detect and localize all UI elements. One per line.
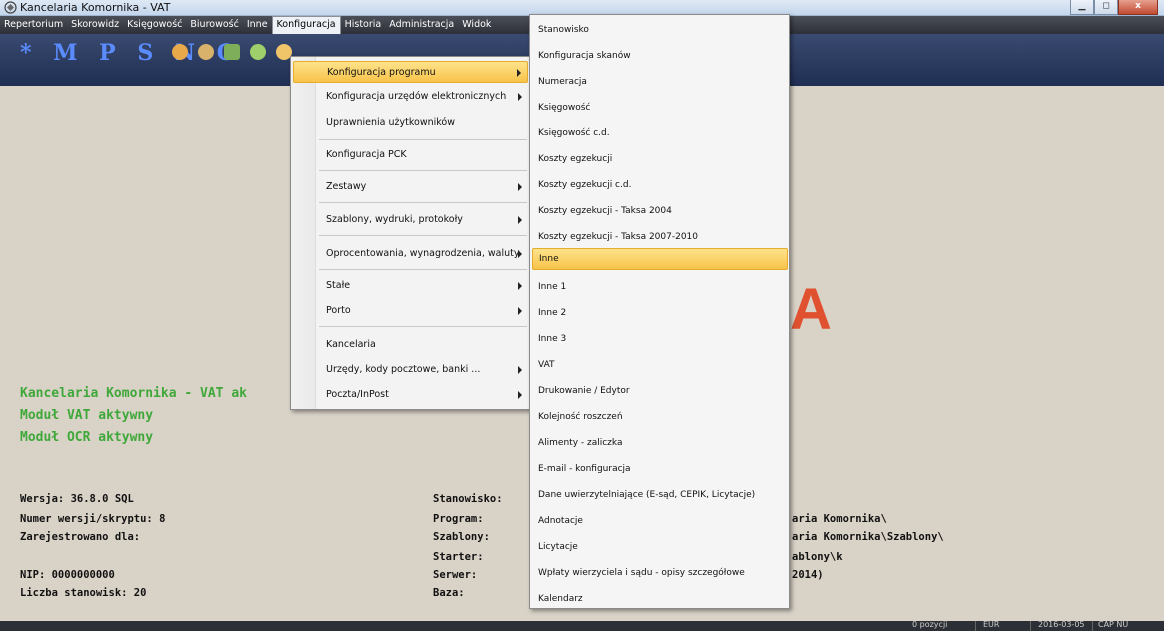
menu-widok[interactable]: Widok (458, 16, 495, 34)
submenu-item-inne-1[interactable]: Inne 1 (532, 277, 788, 299)
submenu-item-stanowisko[interactable]: Stanowisko (532, 20, 788, 42)
program-label: Program: (433, 513, 484, 525)
submenu-item-taksa-2007-2010[interactable]: Koszty egzekucji - Taksa 2007-2010 (532, 227, 788, 249)
submenu-item-koszty-egzekucji[interactable]: Koszty egzekucji (532, 149, 788, 171)
submenu-item-licytacje[interactable]: Licytacje (532, 537, 788, 559)
menu-item-szablony[interactable]: Szablony, wydruki, protokoły (293, 209, 528, 231)
submenu-item-konfiguracja-skanow[interactable]: Konfiguracja skanów (532, 46, 788, 68)
menu-biurowosc[interactable]: Biurowość (186, 16, 242, 34)
submenu-item-kolejnosc-roszczen[interactable]: Kolejność roszczeń (532, 407, 788, 429)
app-status-line: Kancelaria Komornika - VAT ak (20, 386, 247, 401)
vat-module-status: Moduł VAT aktywny (20, 408, 154, 423)
submenu-item-ksiegowosc-cd[interactable]: Księgowość c.d. (532, 123, 788, 145)
templates-path: aria Komornika\Szablony\ (792, 531, 944, 543)
workstations-count-info: Liczba stanowisk: 20 (20, 587, 147, 599)
menu-item-konfiguracja-programu[interactable]: Konfiguracja programu (293, 61, 528, 83)
submenu-item-adnotacje[interactable]: Adnotacje (532, 511, 788, 533)
submenu-item-drukowanie-edytor[interactable]: Drukowanie / Edytor (532, 381, 788, 403)
status-bar: 0 pozycji EUR 2016-03-05 CAP NU (0, 620, 1164, 631)
submenu-arrow-icon (518, 216, 522, 224)
menu-item-stale[interactable]: Stałe (293, 275, 528, 297)
status-date: 2016-03-05 (1038, 620, 1085, 629)
maximize-button[interactable]: ◻ (1094, 0, 1118, 15)
submenu-arrow-icon (518, 391, 522, 399)
keyboard-indicators: CAP NU (1098, 620, 1129, 629)
submenu-item-kalendarz[interactable]: Kalendarz (532, 589, 788, 611)
database-label: Baza: (433, 587, 465, 599)
menu-item-urzedy-elektroniczne[interactable]: Konfiguracja urzędów elektronicznych (293, 86, 528, 108)
menu-skorowidz[interactable]: Skorowidz (67, 16, 123, 34)
menu-konfiguracja[interactable]: Konfiguracja (271, 16, 341, 34)
menu-item-zestawy[interactable]: Zestawy (293, 176, 528, 198)
program-path: aria Komornika\ (792, 513, 887, 525)
menu-repertorium[interactable]: Repertorium (0, 16, 67, 34)
submenu-item-email-konfiguracja[interactable]: E-mail - konfiguracja (532, 459, 788, 481)
submenu-arrow-icon (518, 366, 522, 374)
submenu-item-inne[interactable]: Inne (532, 248, 788, 270)
menu-inne[interactable]: Inne (243, 16, 272, 34)
menu-item-uprawnienia[interactable]: Uprawnienia użytkowników (293, 112, 528, 134)
nip-info: NIP: 0000000000 (20, 569, 115, 581)
templates-label: Szablony: (433, 531, 490, 543)
submenu-arrow-icon (518, 250, 522, 258)
submenu-arrow-icon (517, 69, 521, 77)
registered-for-info: Zarejestrowano dla: (20, 531, 141, 543)
konfiguracja-menu: Konfiguracja programu Konfiguracja urzęd… (290, 56, 531, 410)
script-version-info: Numer wersji/skryptu: 8 (20, 513, 166, 525)
starter-path: ablony\k (792, 551, 843, 563)
server-value: 2014) (792, 569, 824, 581)
menu-ksiegowosc[interactable]: Księgowość (123, 16, 186, 34)
menu-item-urzedy-kody[interactable]: Urzędy, kody pocztowe, banki ... (293, 359, 528, 381)
submenu-item-wplaty-wierzyciela[interactable]: Wpłaty wierzyciela i sądu - opisy szczeg… (532, 563, 788, 585)
submenu-arrow-icon (518, 282, 522, 290)
menu-item-kancelaria[interactable]: Kancelaria (293, 334, 528, 356)
ocr-module-status: Moduł OCR aktywny (20, 430, 154, 445)
menu-item-porto[interactable]: Porto (293, 300, 528, 322)
submenu-item-koszty-egzekucji-cd[interactable]: Koszty egzekucji c.d. (532, 175, 788, 197)
server-label: Serwer: (433, 569, 478, 581)
records-count: 0 pozycji (912, 620, 948, 629)
submenu-item-vat[interactable]: VAT (532, 355, 788, 377)
app-logo-icon (4, 1, 17, 14)
currency-indicator: EUR (983, 620, 1000, 629)
submenu-arrow-icon (518, 93, 522, 101)
minimize-button[interactable]: ▁ (1070, 0, 1094, 15)
close-button[interactable]: x (1118, 0, 1158, 15)
submenu-item-inne-3[interactable]: Inne 3 (532, 329, 788, 351)
menu-item-oprocentowania[interactable]: Oprocentowania, wynagrodzenia, waluty (293, 243, 528, 265)
submenu-item-dane-uwierzytelniajace[interactable]: Dane uwierzytelniające (E-sąd, CEPIK, Li… (532, 485, 788, 507)
submenu-arrow-icon (518, 183, 522, 191)
workstation-label: Stanowisko: (433, 493, 503, 505)
menu-item-poczta-inpost[interactable]: Poczta/InPost (293, 384, 528, 406)
konfiguracja-programu-submenu: Stanowisko Konfiguracja skanów Numeracja… (529, 14, 790, 609)
moneybag-icon[interactable] (198, 44, 214, 60)
person-icon[interactable] (172, 44, 188, 60)
submenu-item-inne-2[interactable]: Inne 2 (532, 303, 788, 325)
logo-fragment: A (790, 277, 832, 342)
submenu-arrow-icon (518, 307, 522, 315)
check-icon[interactable] (250, 44, 266, 60)
starter-label: Starter: (433, 551, 484, 563)
submenu-item-numeracja[interactable]: Numeracja (532, 72, 788, 94)
chart-icon[interactable] (224, 44, 240, 60)
window-title: Kancelaria Komornika - VAT (20, 1, 171, 14)
version-info: Wersja: 36.8.0 SQL (20, 493, 134, 505)
submenu-item-alimenty-zaliczka[interactable]: Alimenty - zaliczka (532, 433, 788, 455)
submenu-item-ksiegowosc[interactable]: Księgowość (532, 98, 788, 120)
menu-item-konfiguracja-pck[interactable]: Konfiguracja PCK (293, 144, 528, 166)
submenu-item-taksa-2004[interactable]: Koszty egzekucji - Taksa 2004 (532, 201, 788, 223)
menu-administracja[interactable]: Administracja (385, 16, 458, 34)
menu-historia[interactable]: Historia (341, 16, 386, 34)
